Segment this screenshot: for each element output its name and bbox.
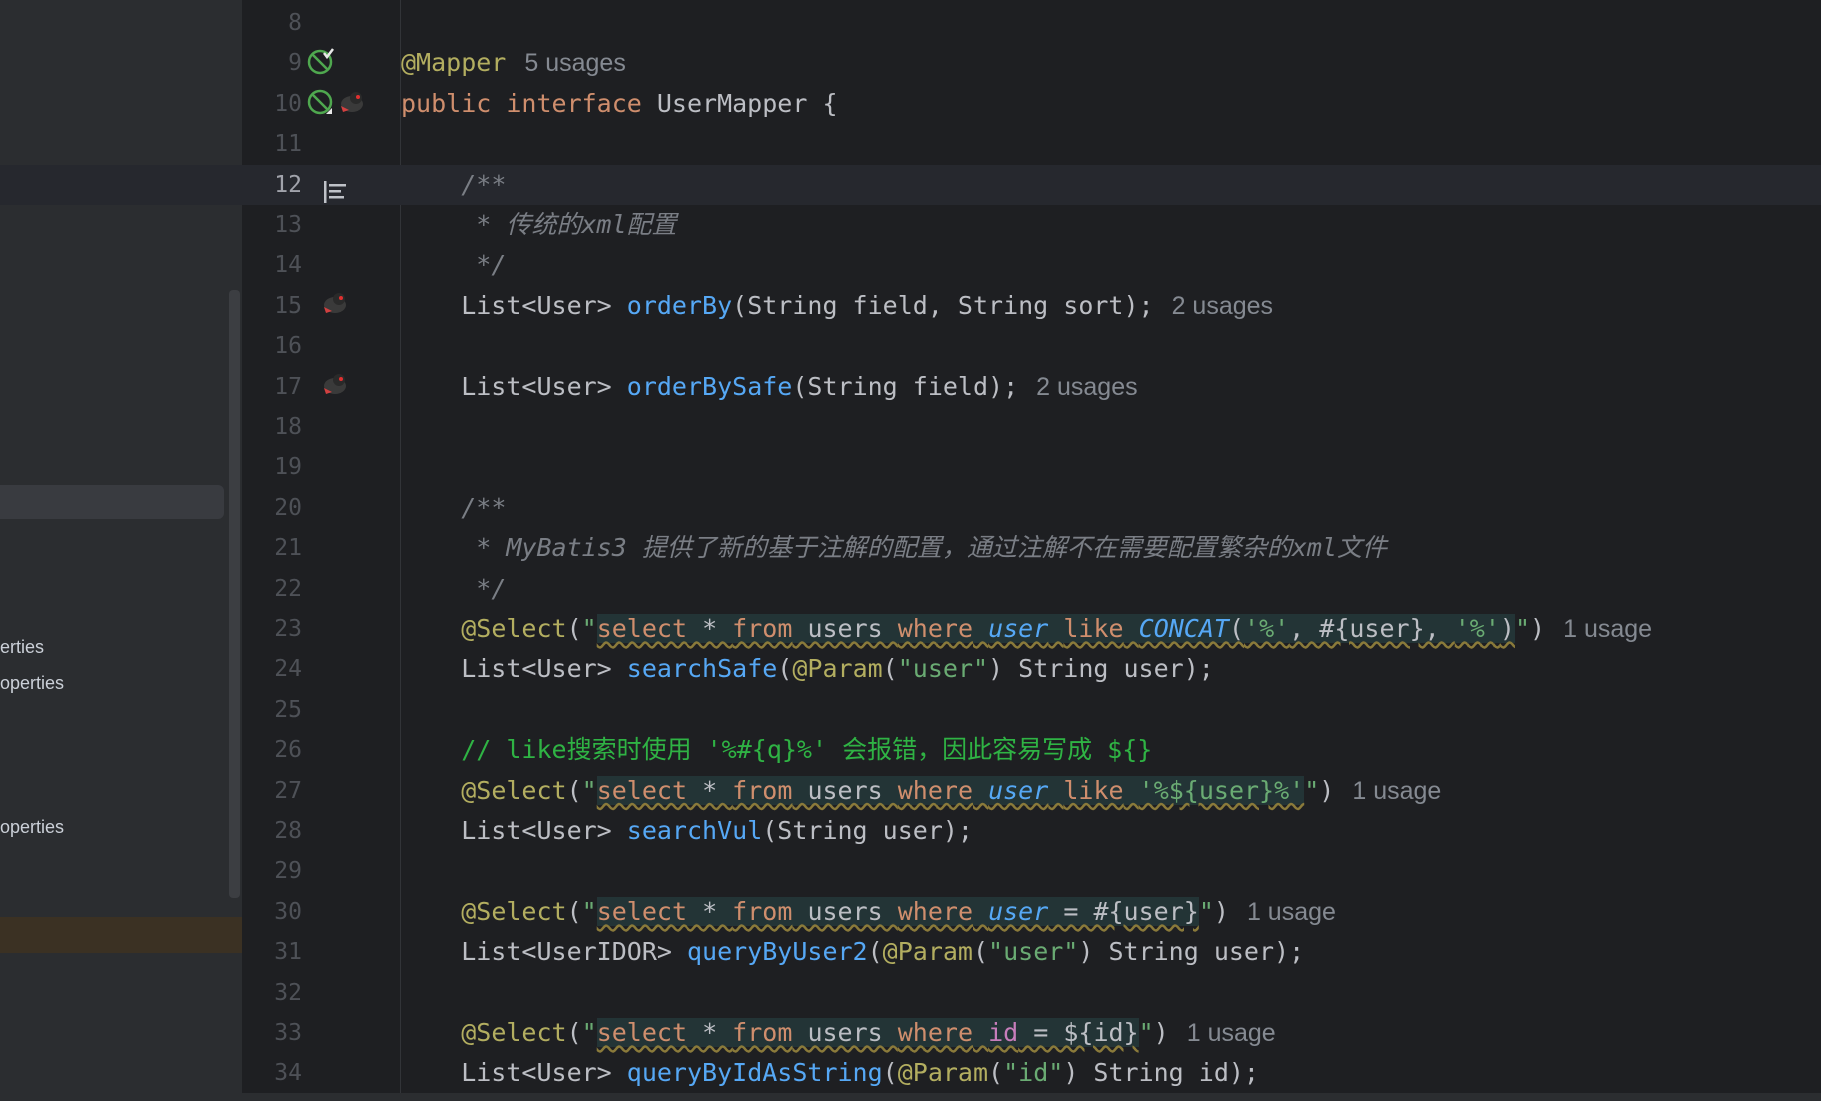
line-number[interactable]: 20: [242, 488, 302, 529]
code-text[interactable]: * 传统的xml配置: [401, 205, 676, 246]
code-text[interactable]: List<UserIDOR> queryByUser2(@Param("user…: [401, 932, 1304, 973]
line-number[interactable]: 33: [242, 1013, 302, 1054]
code-line[interactable]: 27 @Select("select * from users where us…: [0, 771, 1821, 812]
code-text[interactable]: */: [401, 245, 506, 286]
code-line[interactable]: 21 * MyBatis3 提供了新的基于注解的配置，通过注解不在需要配置繁杂的…: [0, 528, 1821, 569]
code-line[interactable]: 32: [0, 973, 1821, 1014]
line-number[interactable]: 17: [242, 367, 302, 408]
line-number[interactable]: 34: [242, 1053, 302, 1094]
code-line[interactable]: 29: [0, 851, 1821, 892]
code-text[interactable]: public interface UserMapper {: [401, 84, 838, 125]
line-number[interactable]: 15: [242, 286, 302, 327]
code-text[interactable]: @Select("select * from users where id = …: [401, 1013, 1276, 1054]
code-text[interactable]: @Select("select * from users where user …: [401, 609, 1652, 650]
mybatis-bird-icon[interactable]: [320, 289, 348, 317]
code-line[interactable]: 14 */: [0, 245, 1821, 286]
line-number[interactable]: 31: [242, 932, 302, 973]
spring-bean-icon[interactable]: [307, 88, 335, 116]
code-line[interactable]: 15 List<User> orderBy(String field, Stri…: [0, 286, 1821, 327]
code-line[interactable]: 25: [0, 690, 1821, 731]
code-text[interactable]: List<User> searchVul(String user);: [401, 811, 973, 852]
line-number[interactable]: 28: [242, 811, 302, 852]
code-line[interactable]: 10 public interface UserMapper {: [0, 84, 1821, 125]
code-text[interactable]: // like搜索时使用 '%#{q}%' 会报错，因此容易写成 ${}: [401, 730, 1152, 771]
line-number[interactable]: 22: [242, 569, 302, 610]
code-line[interactable]: 13 * 传统的xml配置: [0, 205, 1821, 246]
line-number[interactable]: 23: [242, 609, 302, 650]
mybatis-bird-icon[interactable]: [320, 370, 348, 398]
code-text[interactable]: @Select("select * from users where user …: [401, 892, 1336, 933]
code-line[interactable]: 31 List<UserIDOR> queryByUser2(@Param("u…: [0, 932, 1821, 973]
line-number[interactable]: 19: [242, 447, 302, 488]
code-text[interactable]: /**: [401, 165, 506, 206]
code-line[interactable]: 34 List<User> queryByIdAsString(@Param("…: [0, 1053, 1821, 1094]
code-line[interactable]: 20 /**: [0, 488, 1821, 529]
mybatis-bird-icon[interactable]: [337, 88, 365, 116]
line-number[interactable]: 14: [242, 245, 302, 286]
line-number[interactable]: 18: [242, 407, 302, 448]
line-number[interactable]: 8: [242, 3, 302, 44]
code-text[interactable]: @Mapper 5 usages: [401, 43, 626, 84]
code-line[interactable]: 8: [0, 3, 1821, 44]
code-text[interactable]: List<User> orderBySafe(String field); 2 u…: [401, 367, 1137, 408]
code-line[interactable]: 30 @Select("select * from users where us…: [0, 892, 1821, 933]
code-line[interactable]: 19: [0, 447, 1821, 488]
code-line[interactable]: 28 List<User> searchVul(String user);: [0, 811, 1821, 852]
code-line[interactable]: 18: [0, 407, 1821, 448]
code-text[interactable]: List<User> orderBy(String field, String …: [401, 286, 1273, 327]
line-number[interactable]: 9: [242, 43, 302, 84]
code-line[interactable]: 16: [0, 326, 1821, 367]
line-number[interactable]: 29: [242, 851, 302, 892]
code-text[interactable]: */: [401, 569, 506, 610]
code-text[interactable]: /**: [401, 488, 506, 529]
code-line[interactable]: 22 */: [0, 569, 1821, 610]
line-number[interactable]: 24: [242, 649, 302, 690]
code-text[interactable]: @Select("select * from users where user …: [401, 771, 1441, 812]
code-line[interactable]: 23 @Select("select * from users where us…: [0, 609, 1821, 650]
line-number[interactable]: 11: [242, 124, 302, 165]
code-line[interactable]: 12 /**: [0, 164, 1821, 206]
code-text[interactable]: List<User> queryByIdAsString(@Param("id"…: [401, 1053, 1259, 1094]
spring-bean-icon[interactable]: [307, 47, 335, 75]
line-number[interactable]: 16: [242, 326, 302, 367]
code-text[interactable]: * MyBatis3 提供了新的基于注解的配置，通过注解不在需要配置繁杂的xml…: [401, 528, 1387, 569]
code-line[interactable]: 26 // like搜索时使用 '%#{q}%' 会报错，因此容易写成 ${}: [0, 730, 1821, 771]
line-number[interactable]: 30: [242, 892, 302, 933]
line-number[interactable]: 26: [242, 730, 302, 771]
quick-doc-icon[interactable]: [321, 178, 349, 206]
status-strip: [0, 1093, 1821, 1101]
code-line[interactable]: 17 List<User> orderBySafe(String field);…: [0, 367, 1821, 408]
line-number[interactable]: 32: [242, 973, 302, 1014]
line-number[interactable]: 10: [242, 84, 302, 125]
code-line[interactable]: 9 @Mapper 5 usages: [0, 43, 1821, 84]
line-number[interactable]: 27: [242, 771, 302, 812]
line-number[interactable]: 21: [242, 528, 302, 569]
code-line[interactable]: 24 List<User> searchSafe(@Param("user") …: [0, 649, 1821, 690]
line-number[interactable]: 25: [242, 690, 302, 731]
code-text[interactable]: List<User> searchSafe(@Param("user") Str…: [401, 649, 1214, 690]
code-line[interactable]: 11: [0, 124, 1821, 165]
line-number[interactable]: 12: [242, 165, 302, 206]
line-number[interactable]: 13: [242, 205, 302, 246]
code-line[interactable]: 33 @Select("select * from users where id…: [0, 1013, 1821, 1054]
